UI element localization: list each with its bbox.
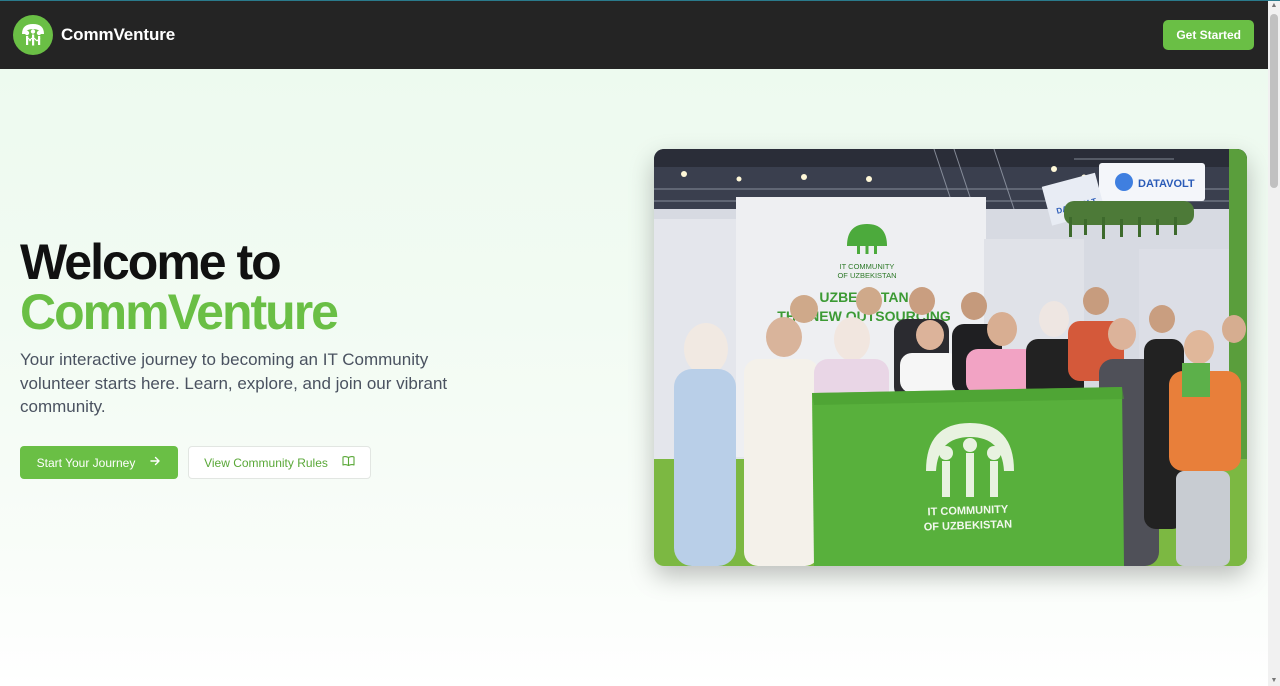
brand[interactable]: CommVenture bbox=[13, 14, 176, 55]
window-top-border bbox=[0, 0, 1280, 1]
arrow-right-icon bbox=[149, 455, 161, 470]
scroll-down-arrow-icon[interactable]: ▼ bbox=[1270, 677, 1278, 685]
wall-sign-text-1: IT COMMUNITY bbox=[840, 262, 895, 271]
start-journey-button[interactable]: Start Your Journey bbox=[20, 446, 178, 479]
view-rules-label: View Community Rules bbox=[204, 455, 328, 470]
start-journey-label: Start Your Journey bbox=[36, 455, 136, 470]
hero-title-line-1: Welcome to bbox=[20, 234, 282, 290]
book-open-icon bbox=[342, 455, 355, 470]
scrollbar-thumb[interactable] bbox=[1270, 14, 1278, 188]
hero-section: Welcome to CommVenture Your interactive … bbox=[0, 69, 1268, 686]
hero-title-line-2: CommVenture bbox=[20, 284, 339, 340]
tree-people-logo-icon bbox=[13, 14, 53, 55]
scroll-up-arrow-icon[interactable]: ▲ bbox=[1270, 2, 1278, 10]
sponsor-sign-1: DATAVOLT bbox=[1138, 178, 1195, 190]
community-photo: IT COMMUNITY OF UZBEKISTAN UZBEKISTAN TH… bbox=[654, 149, 1247, 566]
hero-subtitle: Your interactive journey to becoming an … bbox=[20, 350, 448, 416]
page-scrollbar[interactable]: ▲ ▼ bbox=[1268, 0, 1280, 686]
get-started-button[interactable]: Get Started bbox=[1163, 19, 1254, 50]
view-community-rules-button[interactable]: View Community Rules bbox=[188, 446, 371, 479]
brand-name: CommVenture bbox=[61, 24, 176, 44]
site-header: CommVenture Get Started bbox=[0, 0, 1268, 69]
wall-sign-text-2: OF UZBEKISTAN bbox=[837, 271, 896, 280]
hero-title: Welcome to CommVenture bbox=[20, 234, 339, 340]
